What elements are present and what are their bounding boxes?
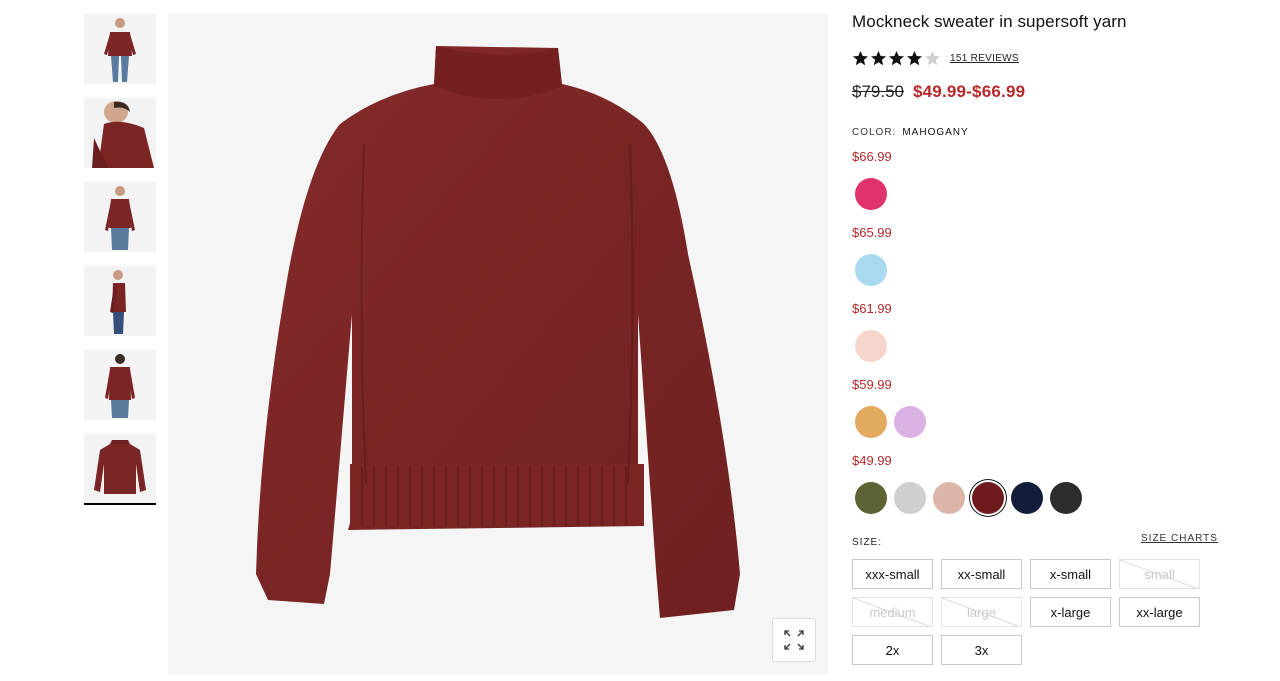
product-title: Mockneck sweater in supersoft yarn (852, 12, 1127, 31)
size-option-label: xxx-small (865, 566, 920, 582)
unavailable-slash-icon (853, 598, 931, 626)
size-option-small: small (1119, 559, 1200, 589)
color-swatch-blush[interactable] (855, 330, 887, 362)
color-label: COLOR: MAHOGANY (852, 127, 969, 138)
size-option-x-small[interactable]: x-small (1030, 559, 1111, 589)
thumbnail-model-front-full[interactable] (84, 14, 156, 84)
size-option-xxx-small[interactable]: xxx-small (852, 559, 933, 589)
swatch-row (855, 254, 887, 288)
star-filled-icon (907, 50, 922, 65)
size-option-label: xx-small (957, 566, 1006, 582)
swatch-row (855, 178, 887, 212)
zoom-button[interactable] (772, 618, 816, 662)
color-label-key: COLOR: (852, 127, 897, 138)
size-option-label: 3x (974, 642, 989, 658)
color-swatch-beige[interactable] (933, 482, 965, 514)
swatch-row (855, 482, 1082, 516)
color-swatch-pink[interactable] (855, 178, 887, 210)
original-price: $79.50 (852, 82, 904, 101)
size-option-label: x-small (1049, 566, 1092, 582)
color-swatch-light-grey[interactable] (894, 482, 926, 514)
rating-row: 151 REVIEWS (852, 48, 1019, 68)
unavailable-slash-icon (1120, 560, 1198, 588)
color-swatch-lilac[interactable] (894, 406, 926, 438)
reviews-link[interactable]: 151 REVIEWS (950, 53, 1019, 64)
sale-price-range: $49.99-$66.99 (913, 82, 1026, 101)
selected-thumbnail-indicator (84, 503, 156, 505)
color-swatch-olive[interactable] (855, 482, 887, 514)
color-group-price: $59.99 (852, 377, 892, 392)
color-swatch-mahogany[interactable] (972, 482, 1004, 514)
size-option-label: xx-large (1136, 604, 1183, 620)
size-option-2x[interactable]: 2x (852, 635, 933, 665)
unavailable-slash-icon (942, 598, 1020, 626)
selected-color-name: MAHOGANY (902, 127, 969, 138)
expand-icon (784, 630, 804, 650)
size-option-label: 2x (885, 642, 900, 658)
color-swatch-navy[interactable] (1011, 482, 1043, 514)
thumbnail-model-back[interactable] (84, 350, 156, 420)
color-group-price: $66.99 (852, 149, 892, 164)
star-empty-icon (925, 50, 940, 65)
size-option-xx-large[interactable]: xx-large (1119, 597, 1200, 627)
swatch-row (855, 330, 887, 364)
color-group-price: $65.99 (852, 225, 892, 240)
size-option-x-large[interactable]: x-large (1030, 597, 1111, 627)
size-option-large: large (941, 597, 1022, 627)
size-charts-link[interactable]: SIZE CHARTS (1141, 533, 1218, 544)
size-option-label: x-large (1050, 604, 1091, 620)
star-filled-icon (853, 50, 868, 65)
swatch-row (855, 406, 926, 440)
color-swatch-charcoal[interactable] (1050, 482, 1082, 514)
color-group-price: $61.99 (852, 301, 892, 316)
main-product-image[interactable] (168, 14, 828, 674)
star-filled-icon (889, 50, 904, 65)
star-filled-icon (871, 50, 886, 65)
color-group-price: $49.99 (852, 453, 892, 468)
sweater-image (256, 46, 740, 618)
size-label: SIZE: (852, 537, 883, 548)
star-rating (852, 50, 941, 67)
size-option-3x[interactable]: 3x (941, 635, 1022, 665)
price-row: $79.50 $49.99-$66.99 (852, 82, 1025, 102)
color-swatch-mustard[interactable] (855, 406, 887, 438)
color-swatch-light-blue[interactable] (855, 254, 887, 286)
size-option-xx-small[interactable]: xx-small (941, 559, 1022, 589)
thumbnail-model-profile[interactable] (84, 266, 156, 336)
thumbnail-model-closeup-side[interactable] (84, 98, 156, 168)
thumbnail-model-front-tucked[interactable] (84, 182, 156, 252)
size-option-medium: medium (852, 597, 933, 627)
thumbnail-product-flat[interactable] (84, 434, 156, 504)
